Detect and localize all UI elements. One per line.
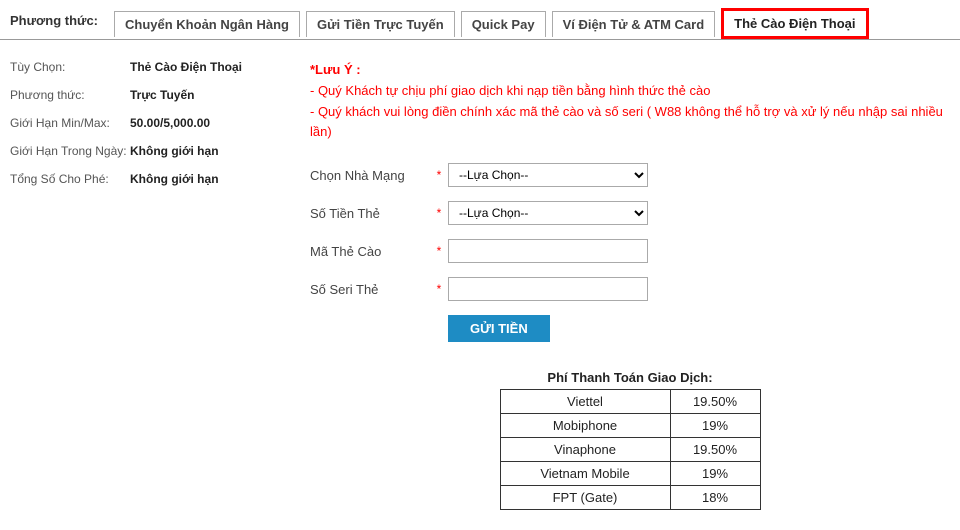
notice-line1: - Quý Khách tự chịu phí giao dịch khi nạ… — [310, 83, 710, 98]
content: Tùy Chọn: Thẻ Cào Điện Thoại Phương thức… — [0, 40, 960, 530]
table-row: FPT (Gate)18% — [500, 486, 760, 510]
fee-title: Phí Thanh Toán Giao Dịch: — [310, 370, 950, 385]
form-provider-row: Chọn Nhà Mạng * --Lựa Chọn-- — [310, 163, 950, 187]
form-provider-label: Chọn Nhà Mạng — [310, 168, 430, 183]
tabs-label: Phương thức: — [10, 13, 98, 34]
right-panel: *Lưu Ý : - Quý Khách tự chịu phí giao dị… — [310, 60, 950, 510]
info-limit-label: Giới Hạn Min/Max: — [10, 116, 130, 130]
info-option-label: Tùy Chọn: — [10, 60, 130, 74]
info-total-label: Tổng Số Cho Phé: — [10, 172, 130, 186]
left-panel: Tùy Chọn: Thẻ Cào Điện Thoại Phương thức… — [10, 60, 310, 510]
form-amount-label: Số Tiền Thẻ — [310, 206, 430, 221]
required-icon: * — [430, 282, 448, 296]
table-row: Vietnam Mobile19% — [500, 462, 760, 486]
info-method-value: Trực Tuyến — [130, 88, 194, 102]
notice-title: *Lưu Ý : — [310, 62, 361, 77]
required-icon: * — [430, 168, 448, 182]
notice-line2: - Quý khách vui lòng điền chính xác mã t… — [310, 104, 943, 140]
card-code-input[interactable] — [448, 239, 648, 263]
submit-row: GỬI TIỀN — [448, 315, 950, 342]
tab-online-deposit[interactable]: Gửi Tiền Trực Tuyến — [306, 11, 455, 37]
table-row: Viettel19.50% — [500, 390, 760, 414]
fee-pct: 19.50% — [670, 438, 760, 462]
submit-button[interactable]: GỬI TIỀN — [448, 315, 550, 342]
fee-pct: 19.50% — [670, 390, 760, 414]
info-daily-label: Giới Hạn Trong Ngày: — [10, 144, 130, 158]
fee-pct: 19% — [670, 462, 760, 486]
tab-quick-pay[interactable]: Quick Pay — [461, 11, 546, 37]
info-daily: Giới Hạn Trong Ngày: Không giới hạn — [10, 144, 290, 158]
fee-name: FPT (Gate) — [500, 486, 670, 510]
info-method-label: Phương thức: — [10, 88, 130, 102]
form-serial-row: Số Seri Thẻ * — [310, 277, 950, 301]
fee-name: Viettel — [500, 390, 670, 414]
fee-section: Phí Thanh Toán Giao Dịch: Viettel19.50% … — [310, 370, 950, 510]
fee-name: Mobiphone — [500, 414, 670, 438]
tab-bank-transfer[interactable]: Chuyển Khoản Ngân Hàng — [114, 11, 300, 37]
tabs-row: Phương thức: Chuyển Khoản Ngân Hàng Gửi … — [0, 0, 960, 40]
amount-select[interactable]: --Lựa Chọn-- — [448, 201, 648, 225]
info-total: Tổng Số Cho Phé: Không giới hạn — [10, 172, 290, 186]
tab-ewallet-atm[interactable]: Ví Điện Tử & ATM Card — [552, 11, 716, 37]
info-option: Tùy Chọn: Thẻ Cào Điện Thoại — [10, 60, 290, 74]
fee-pct: 19% — [670, 414, 760, 438]
required-icon: * — [430, 206, 448, 220]
info-option-value: Thẻ Cào Điện Thoại — [130, 60, 242, 74]
notice: *Lưu Ý : - Quý Khách tự chịu phí giao dị… — [310, 60, 950, 143]
info-method: Phương thức: Trực Tuyến — [10, 88, 290, 102]
info-limit-value: 50.00/5,000.00 — [130, 116, 210, 130]
fee-table: Viettel19.50% Mobiphone19% Vinaphone19.5… — [500, 389, 761, 510]
form-code-label: Mã Thẻ Cào — [310, 244, 430, 259]
fee-name: Vinaphone — [500, 438, 670, 462]
provider-select[interactable]: --Lựa Chọn-- — [448, 163, 648, 187]
form-amount-row: Số Tiền Thẻ * --Lựa Chọn-- — [310, 201, 950, 225]
tab-phone-card[interactable]: Thẻ Cào Điện Thoại — [721, 8, 868, 39]
form-serial-label: Số Seri Thẻ — [310, 282, 430, 297]
info-total-value: Không giới hạn — [130, 172, 219, 186]
info-daily-value: Không giới hạn — [130, 144, 219, 158]
table-row: Vinaphone19.50% — [500, 438, 760, 462]
card-serial-input[interactable] — [448, 277, 648, 301]
fee-pct: 18% — [670, 486, 760, 510]
form-code-row: Mã Thẻ Cào * — [310, 239, 950, 263]
required-icon: * — [430, 244, 448, 258]
fee-name: Vietnam Mobile — [500, 462, 670, 486]
info-limit: Giới Hạn Min/Max: 50.00/5,000.00 — [10, 116, 290, 130]
table-row: Mobiphone19% — [500, 414, 760, 438]
